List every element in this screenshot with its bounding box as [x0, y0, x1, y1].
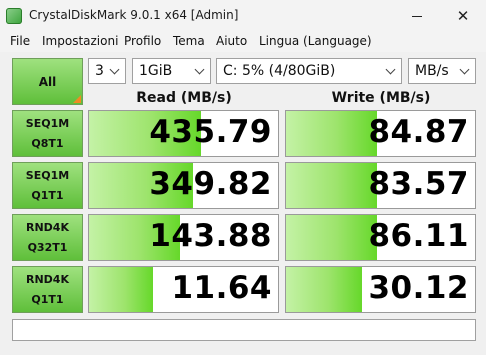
chevron-down-icon [192, 63, 206, 79]
menu-tema[interactable]: Tema [173, 34, 205, 48]
app-icon [6, 8, 22, 24]
seq1m-q8t1-button[interactable]: SEQ1M Q8T1 [12, 110, 83, 157]
all-button-label: All [38, 74, 57, 89]
unit-select[interactable]: MB/s [408, 58, 476, 84]
read-result-seq1m-q1t1: 349.82 [88, 162, 279, 209]
write-value: 86.11 [368, 218, 469, 254]
unit-value: MB/s [415, 63, 449, 79]
write-value: 83.57 [368, 166, 469, 202]
corner-marker-icon [73, 95, 81, 103]
read-result-rnd4k-q32t1: 143.88 [88, 214, 279, 261]
row-label-line2: Q8T1 [31, 136, 64, 150]
row-label-line1: RND4K [26, 220, 69, 234]
read-header: Read (MB/s) [136, 90, 232, 106]
write-bar [286, 215, 377, 260]
comment-field[interactable] [12, 319, 476, 341]
test-size-value: 1GiB [139, 63, 173, 79]
write-header: Write (MB/s) [331, 90, 431, 106]
row-label-line2: Q1T1 [31, 292, 64, 306]
read-result-rnd4k-q1t1: 11.64 [88, 266, 279, 313]
seq1m-q1t1-button[interactable]: SEQ1M Q1T1 [12, 162, 83, 209]
read-value: 435.79 [149, 114, 272, 150]
write-result-rnd4k-q32t1: 86.11 [285, 214, 476, 261]
write-bar [286, 267, 362, 312]
write-result-rnd4k-q1t1: 30.12 [285, 266, 476, 313]
test-count-select[interactable]: 3 [88, 58, 126, 84]
write-bar [286, 163, 377, 208]
row-label-line1: SEQ1M [25, 116, 70, 130]
rnd4k-q32t1-button[interactable]: RND4K Q32T1 [12, 214, 83, 261]
row-label-line2: Q32T1 [27, 240, 68, 254]
row-label-line1: RND4K [26, 272, 69, 286]
close-button[interactable]: ✕ [440, 0, 486, 32]
chevron-down-icon [107, 63, 121, 79]
test-count-value: 3 [95, 63, 104, 79]
menu-lingua[interactable]: Lingua (Language) [259, 34, 372, 48]
window-title: CrystalDiskMark 9.0.1 x64 [Admin] [29, 8, 239, 22]
menu-file[interactable]: File [10, 34, 30, 48]
menu-impostazioni[interactable]: Impostazioni [42, 34, 118, 48]
minimize-button[interactable] [394, 0, 440, 32]
menu-profilo[interactable]: Profilo [124, 34, 161, 48]
read-value: 143.88 [149, 218, 272, 254]
rnd4k-q1t1-button[interactable]: RND4K Q1T1 [12, 266, 83, 313]
write-result-seq1m-q1t1: 83.57 [285, 162, 476, 209]
title-bar: CrystalDiskMark 9.0.1 x64 [Admin] ✕ [0, 0, 486, 32]
minimize-icon [412, 15, 422, 17]
close-icon: ✕ [456, 7, 470, 25]
write-value: 84.87 [368, 114, 469, 150]
chevron-down-icon [457, 63, 471, 79]
write-bar [286, 111, 377, 156]
read-value: 11.64 [171, 270, 272, 306]
read-result-seq1m-q8t1: 435.79 [88, 110, 279, 157]
drive-value: C: 5% (4/80GiB) [223, 63, 336, 79]
row-label-line1: SEQ1M [25, 168, 70, 182]
write-result-seq1m-q8t1: 84.87 [285, 110, 476, 157]
write-value: 30.12 [368, 270, 469, 306]
drive-select[interactable]: C: 5% (4/80GiB) [216, 58, 402, 84]
all-button[interactable]: All [12, 58, 83, 105]
read-value: 349.82 [149, 166, 272, 202]
chevron-down-icon [383, 63, 397, 79]
test-size-select[interactable]: 1GiB [132, 58, 211, 84]
menu-bar: File Impostazioni Profilo Tema Aiuto Lin… [0, 32, 486, 52]
row-label-line2: Q1T1 [31, 188, 64, 202]
read-bar [89, 267, 154, 312]
menu-aiuto[interactable]: Aiuto [216, 34, 247, 48]
